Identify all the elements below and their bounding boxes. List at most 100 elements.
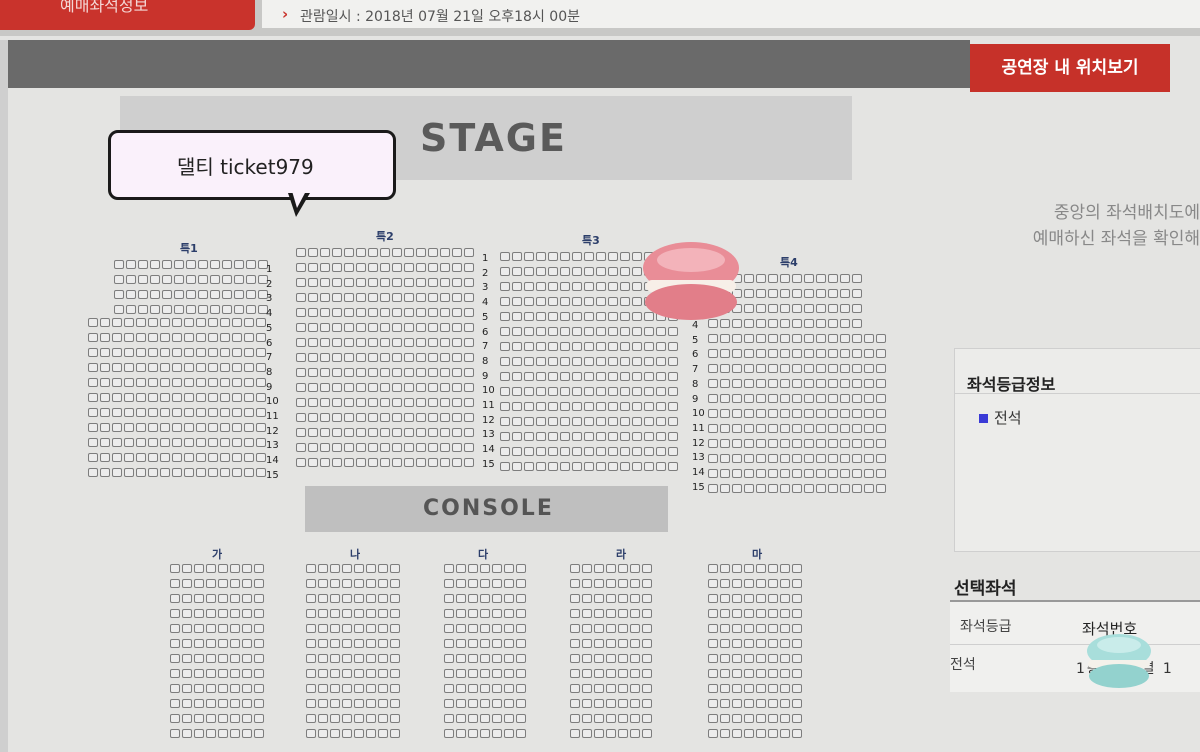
seat[interactable] [468, 714, 478, 723]
seat[interactable] [318, 714, 328, 723]
seat[interactable] [864, 424, 874, 433]
seat[interactable] [112, 423, 122, 432]
seat[interactable] [452, 413, 462, 422]
seat[interactable] [404, 323, 414, 332]
seat[interactable] [404, 308, 414, 317]
seat[interactable] [644, 372, 654, 381]
seat[interactable] [368, 278, 378, 287]
seat[interactable] [608, 432, 618, 441]
seat[interactable] [656, 327, 666, 336]
seat[interactable] [306, 669, 316, 678]
seat[interactable] [456, 669, 466, 678]
seat[interactable] [308, 263, 318, 272]
seat[interactable] [500, 402, 510, 411]
seat[interactable] [840, 289, 850, 298]
seat[interactable] [136, 408, 146, 417]
seat[interactable] [500, 282, 510, 291]
seat[interactable] [852, 424, 862, 433]
seat[interactable] [768, 439, 778, 448]
seat[interactable] [368, 413, 378, 422]
seat[interactable] [720, 484, 730, 493]
seat[interactable] [768, 364, 778, 373]
seat[interactable] [596, 252, 606, 261]
seat[interactable] [864, 334, 874, 343]
seat[interactable] [206, 594, 216, 603]
seat[interactable] [732, 394, 742, 403]
seat[interactable] [380, 308, 390, 317]
seat[interactable] [792, 424, 802, 433]
seat[interactable] [852, 379, 862, 388]
seat[interactable] [230, 594, 240, 603]
seat[interactable] [804, 454, 814, 463]
seat[interactable] [572, 387, 582, 396]
seat[interactable] [194, 564, 204, 573]
seat[interactable] [524, 372, 534, 381]
seat[interactable] [296, 443, 306, 452]
seat[interactable] [162, 260, 172, 269]
seat[interactable] [306, 609, 316, 618]
seat[interactable] [464, 353, 474, 362]
seat[interactable] [444, 594, 454, 603]
seat[interactable] [330, 564, 340, 573]
seat[interactable] [172, 363, 182, 372]
seat[interactable] [582, 669, 592, 678]
seat[interactable] [160, 408, 170, 417]
seat[interactable] [172, 468, 182, 477]
seat[interactable] [234, 305, 244, 314]
seat[interactable] [366, 684, 376, 693]
seat[interactable] [182, 714, 192, 723]
seat[interactable] [828, 274, 838, 283]
seat[interactable] [356, 338, 366, 347]
seat[interactable] [308, 308, 318, 317]
seat[interactable] [630, 684, 640, 693]
seat[interactable] [756, 469, 766, 478]
seat[interactable] [608, 447, 618, 456]
seat[interactable] [570, 699, 580, 708]
seat[interactable] [174, 290, 184, 299]
seat[interactable] [208, 438, 218, 447]
seat[interactable] [780, 579, 790, 588]
seat[interactable] [354, 654, 364, 663]
seat[interactable] [720, 579, 730, 588]
seat[interactable] [596, 402, 606, 411]
seat[interactable] [428, 323, 438, 332]
seat[interactable] [354, 564, 364, 573]
seat[interactable] [416, 398, 426, 407]
seat[interactable] [320, 308, 330, 317]
seat[interactable] [148, 408, 158, 417]
seat[interactable] [220, 423, 230, 432]
seat[interactable] [816, 469, 826, 478]
seat[interactable] [136, 468, 146, 477]
seat[interactable] [170, 624, 180, 633]
seat[interactable] [232, 378, 242, 387]
seat[interactable] [548, 342, 558, 351]
seat[interactable] [136, 423, 146, 432]
seat[interactable] [644, 402, 654, 411]
seat[interactable] [344, 428, 354, 437]
seat[interactable] [630, 609, 640, 618]
seat[interactable] [852, 319, 862, 328]
seat[interactable] [150, 290, 160, 299]
seat[interactable] [242, 654, 252, 663]
seat[interactable] [804, 319, 814, 328]
seat[interactable] [330, 684, 340, 693]
seat[interactable] [332, 323, 342, 332]
seat[interactable] [792, 319, 802, 328]
seat[interactable] [642, 624, 652, 633]
seat[interactable] [480, 684, 490, 693]
seat[interactable] [524, 252, 534, 261]
seat[interactable] [464, 263, 474, 272]
seat[interactable] [744, 334, 754, 343]
seat[interactable] [840, 349, 850, 358]
seat[interactable] [126, 305, 136, 314]
seat[interactable] [244, 333, 254, 342]
seat[interactable] [504, 654, 514, 663]
seat[interactable] [536, 297, 546, 306]
seat[interactable] [182, 579, 192, 588]
seat[interactable] [876, 349, 886, 358]
seat[interactable] [512, 447, 522, 456]
seat[interactable] [354, 729, 364, 738]
seat[interactable] [88, 363, 98, 372]
seat[interactable] [504, 564, 514, 573]
seat[interactable] [464, 248, 474, 257]
